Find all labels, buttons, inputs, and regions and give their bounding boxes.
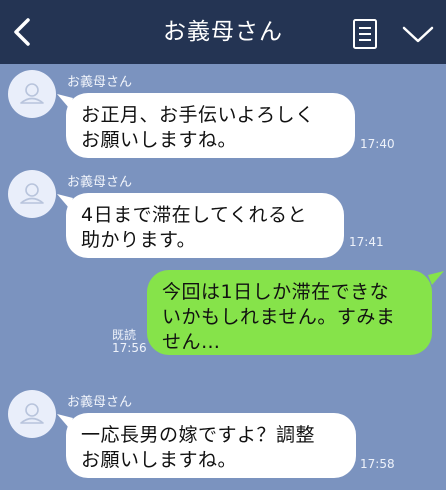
user-icon <box>20 403 44 424</box>
chat-header: お義母さん <box>0 0 446 64</box>
avatar[interactable] <box>8 390 56 438</box>
message-time: 17:58 <box>360 457 395 471</box>
chevron-down-icon <box>402 26 434 43</box>
message-time: 17:56 <box>112 341 147 355</box>
menu-button[interactable] <box>349 17 381 51</box>
message-time: 17:40 <box>360 137 395 151</box>
message-time: 17:41 <box>349 235 384 249</box>
collapse-button[interactable] <box>400 22 436 46</box>
message-bubble[interactable]: 4日まで滞在してくれると 助かります。 <box>66 193 344 258</box>
user-icon <box>20 83 44 104</box>
message-bubble[interactable]: お正月、お手伝いよろしく お願いしますね。 <box>66 93 355 158</box>
message-bubble[interactable]: 一応長男の嫁ですよ？調整 お願いしますね。 <box>66 413 356 478</box>
list-icon <box>353 19 377 49</box>
avatar[interactable] <box>8 70 56 118</box>
user-icon <box>20 183 44 204</box>
message-bubble[interactable]: 今回は1日しか滞在できな いかもしれません。すみま せん… <box>147 270 432 355</box>
sender-name: お義母さん <box>67 395 133 410</box>
sender-name: お義母さん <box>67 175 133 190</box>
avatar[interactable] <box>8 170 56 218</box>
sender-name: お義母さん <box>67 75 133 90</box>
